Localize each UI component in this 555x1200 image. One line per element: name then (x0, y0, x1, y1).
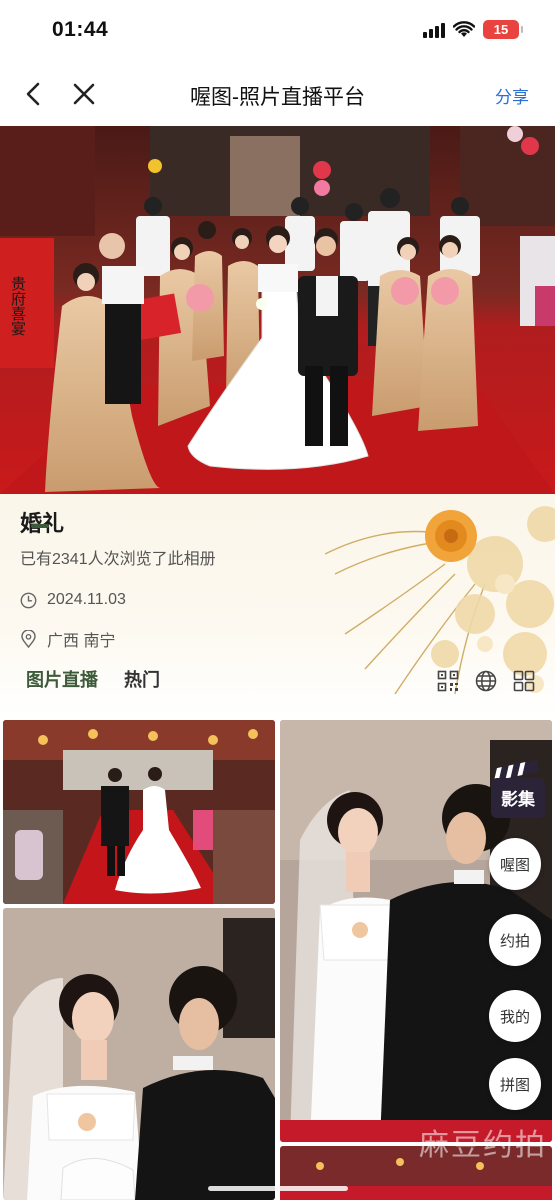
float-button-wotu[interactable]: 喔图 (489, 838, 541, 890)
wifi-icon (453, 21, 475, 37)
float-button-yuepai[interactable]: 约拍 (489, 914, 541, 966)
home-indicator (208, 1186, 348, 1191)
status-icons: 15 (423, 20, 523, 39)
album-tabs: 图片直播 热门 (26, 666, 160, 692)
date-row: 2024.11.03 (20, 591, 126, 609)
clock-icon (20, 592, 37, 608)
location-row: 广西 南宁 (20, 627, 115, 651)
active-tab-indicator (31, 524, 49, 528)
album-info: 婚礼 已有2341人次浏览了此相册 2024.11.03 广西 南宁 图片直播 … (0, 494, 555, 718)
album-logo-button[interactable]: 影集 (487, 758, 547, 820)
page-title: 喔图-照片直播平台 (190, 86, 365, 109)
grid-icon[interactable] (513, 670, 535, 692)
share-button[interactable]: 分享 (495, 83, 529, 108)
tab-live-photos[interactable]: 图片直播 (26, 666, 98, 692)
album-logo-text: 影集 (501, 789, 536, 810)
album-tools (437, 670, 535, 692)
location-pin-icon (21, 630, 36, 648)
hero-photo[interactable]: 贵府喜宴 (0, 126, 555, 494)
battery-indicator: 15 (483, 20, 523, 39)
hero-plaque-text: 贵府喜宴 (9, 276, 27, 336)
nav-bar: 喔图-照片直播平台 分享 (0, 62, 555, 126)
view-count: 已有2341人次浏览了此相册 (20, 551, 216, 568)
status-bar: 01:44 15 (0, 0, 555, 62)
float-button-collage[interactable]: 拼图 (489, 1058, 541, 1110)
album-location: 广西 南宁 (47, 633, 116, 650)
status-time: 01:44 (52, 18, 109, 41)
float-button-mine[interactable]: 我的 (489, 990, 541, 1042)
signal-icon (423, 22, 445, 38)
tab-popular[interactable]: 热门 (124, 666, 160, 692)
gallery-photo[interactable] (3, 908, 275, 1200)
globe-icon[interactable] (475, 670, 497, 692)
album-date: 2024.11.03 (47, 591, 126, 608)
watermark: 麻豆约拍 (419, 1129, 547, 1162)
album-title: 婚礼 (20, 506, 64, 538)
gallery-photo[interactable] (3, 720, 275, 904)
qr-code-icon[interactable] (437, 670, 459, 692)
